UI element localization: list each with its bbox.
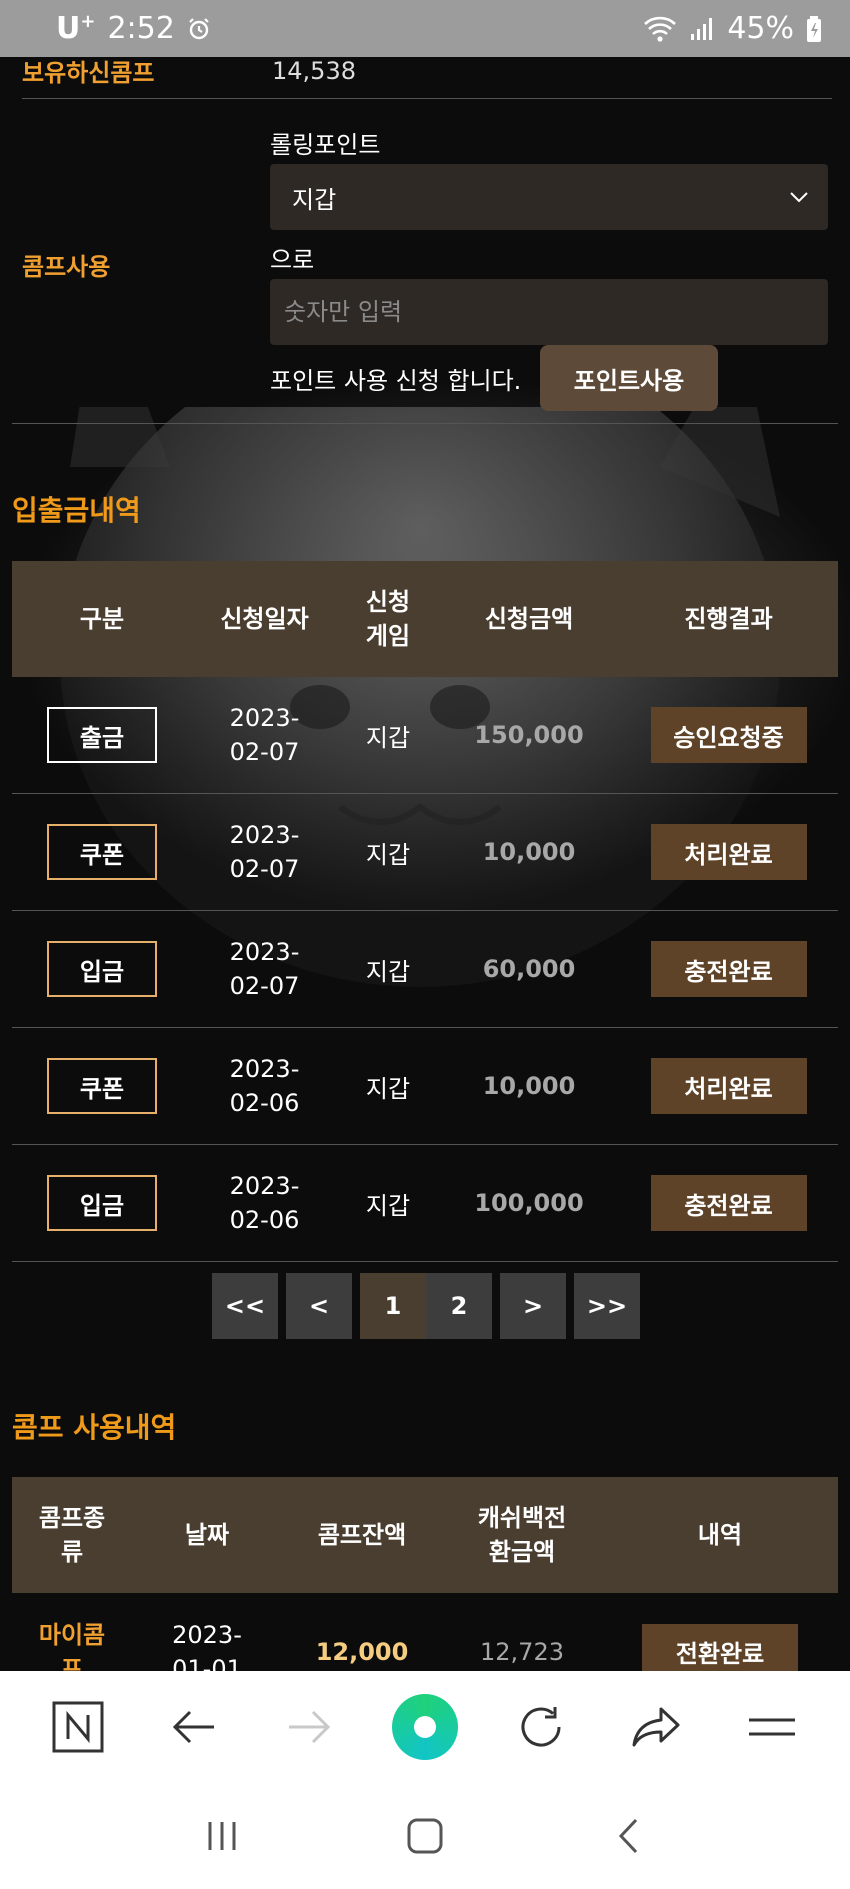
arrow-right-icon[interactable]: [274, 1692, 344, 1762]
share-icon[interactable]: [621, 1692, 691, 1762]
page-2-button[interactable]: 2: [426, 1273, 492, 1339]
comp-balance-cell: 12,000: [315, 1637, 409, 1666]
result-button[interactable]: 충전완료: [650, 1175, 807, 1231]
comp-type-cell: 마이콤 프: [38, 1620, 106, 1672]
first-page-button[interactable]: <<: [212, 1273, 278, 1339]
type-badge: 입금: [47, 1175, 157, 1231]
header-cashback: 캐쉬백전 환금액: [477, 1504, 567, 1566]
comp-use-label: 콤프사용: [22, 253, 111, 281]
table-row: 쿠폰 2023- 02-06 지갑 10,000 처리완료: [12, 1028, 838, 1145]
page-1-button[interactable]: 1: [360, 1273, 426, 1339]
game-cell: 지갑: [365, 957, 411, 986]
date-cell: 2023- 02-07: [229, 704, 300, 766]
status-bar: U+ 2:52 45%: [0, 0, 850, 57]
refresh-icon[interactable]: [506, 1692, 576, 1762]
comp-history-title: 콤프 사용내역: [12, 1411, 177, 1444]
header-amount: 신청금액: [484, 605, 574, 633]
type-badge: 입금: [47, 941, 157, 997]
table-row: 출금 2023- 02-07 지갑 150,000 승인요청중: [12, 677, 838, 794]
apply-text: 포인트 사용 신청 합니다.: [270, 367, 522, 395]
header-type: 구분: [79, 605, 125, 633]
date-cell: 2023- 02-07: [229, 938, 300, 1000]
rolling-point-label: 롤링포인트: [270, 131, 381, 159]
status-right: 45%: [643, 11, 822, 46]
header-date: 신청일자: [220, 605, 309, 633]
result-button[interactable]: 처리완료: [650, 1058, 807, 1114]
header-date: 날짜: [184, 1521, 230, 1549]
header-comp-type: 콤프종 류: [38, 1504, 106, 1566]
signal-icon: [689, 16, 715, 42]
table-row: 쿠폰 2023- 02-07 지갑 10,000 처리완료: [12, 794, 838, 911]
alarm-icon: [187, 17, 211, 41]
type-badge: 출금: [47, 707, 157, 763]
recent-apps-icon[interactable]: [187, 1801, 257, 1871]
amount-cell: 150,000: [474, 721, 584, 749]
android-nav-bar: [0, 1783, 850, 1889]
game-cell: 지갑: [365, 840, 411, 869]
naver-n-icon[interactable]: [43, 1692, 113, 1762]
wifi-icon: [643, 15, 677, 43]
table-row: 입금 2023- 02-07 지갑 60,000 충전완료: [12, 911, 838, 1028]
transactions-title: 입출금내역: [12, 494, 141, 527]
menu-icon[interactable]: [737, 1692, 807, 1762]
date-cell: 2023- 02-07: [229, 821, 300, 883]
browser-toolbar: [0, 1671, 850, 1783]
header-result: 진행결과: [684, 605, 773, 633]
result-button[interactable]: 충전완료: [650, 941, 807, 997]
back-nav-icon[interactable]: [593, 1801, 663, 1871]
main-content: 보유하신콤프 14,538 콤프사용 롤링포인트 지갑 으로 포인트 사용 신청…: [0, 57, 850, 1671]
status-left: U+ 2:52: [56, 11, 211, 46]
battery-charging-icon: [806, 15, 822, 43]
amount-cell: 100,000: [474, 1189, 584, 1217]
pagination: << < 1 2 > >>: [212, 1273, 640, 1339]
held-comp-value: 14,538: [272, 57, 356, 85]
divider: [12, 423, 838, 424]
use-point-button[interactable]: 포인트사용: [540, 345, 718, 411]
amount-cell: 10,000: [482, 1072, 576, 1100]
game-cell: 지갑: [365, 723, 411, 752]
date-cell: 2023- 01-01: [172, 1620, 242, 1672]
next-page-button[interactable]: >: [500, 1273, 566, 1339]
last-page-button[interactable]: >>: [574, 1273, 640, 1339]
date-cell: 2023- 02-06: [229, 1172, 300, 1234]
table-row: 마이콤 프 2023- 01-01 12,000 12,723 전환완료: [12, 1593, 838, 1671]
amount-cell: 10,000: [482, 838, 576, 866]
type-badge: 쿠폰: [47, 1058, 157, 1114]
header-history: 내역: [697, 1521, 743, 1549]
cashback-cell: 12,723: [480, 1637, 564, 1666]
game-cell: 지갑: [365, 1074, 411, 1103]
amount-cell: 60,000: [482, 955, 576, 983]
amount-input[interactable]: [270, 279, 828, 345]
wallet-select[interactable]: 지갑: [270, 164, 828, 230]
comp-history-header: 콤프종 류 날짜 콤프잔액 캐쉬백전 환금액 내역: [12, 1477, 838, 1593]
header-comp-balance: 콤프잔액: [317, 1521, 407, 1549]
game-cell: 지갑: [365, 1191, 411, 1220]
battery-percent: 45%: [727, 11, 794, 46]
transactions-header: 구분 신청일자 신청 게임 신청금액 진행결과: [12, 561, 838, 677]
home-icon[interactable]: [390, 1801, 460, 1871]
green-circle-icon[interactable]: [390, 1692, 460, 1762]
result-button[interactable]: 승인요청중: [650, 707, 807, 763]
to-label: 으로: [270, 246, 315, 274]
prev-page-button[interactable]: <: [286, 1273, 352, 1339]
chevron-down-icon: [788, 186, 810, 214]
held-comp-row: 보유하신콤프 14,538: [22, 57, 832, 99]
arrow-left-icon[interactable]: [159, 1692, 229, 1762]
carrier: U+: [56, 11, 96, 46]
page-numbers: 1 2: [360, 1273, 492, 1339]
clock: 2:52: [107, 11, 175, 46]
wallet-select-value: 지갑: [292, 185, 337, 214]
result-button[interactable]: 전환완료: [642, 1623, 798, 1671]
type-badge: 쿠폰: [47, 824, 157, 880]
date-cell: 2023- 02-06: [229, 1055, 300, 1117]
held-comp-label: 보유하신콤프: [22, 59, 155, 87]
header-game: 신청 게임: [365, 588, 411, 650]
table-row: 입금 2023- 02-06 지갑 100,000 충전완료: [12, 1145, 838, 1262]
result-button[interactable]: 처리완료: [650, 824, 807, 880]
